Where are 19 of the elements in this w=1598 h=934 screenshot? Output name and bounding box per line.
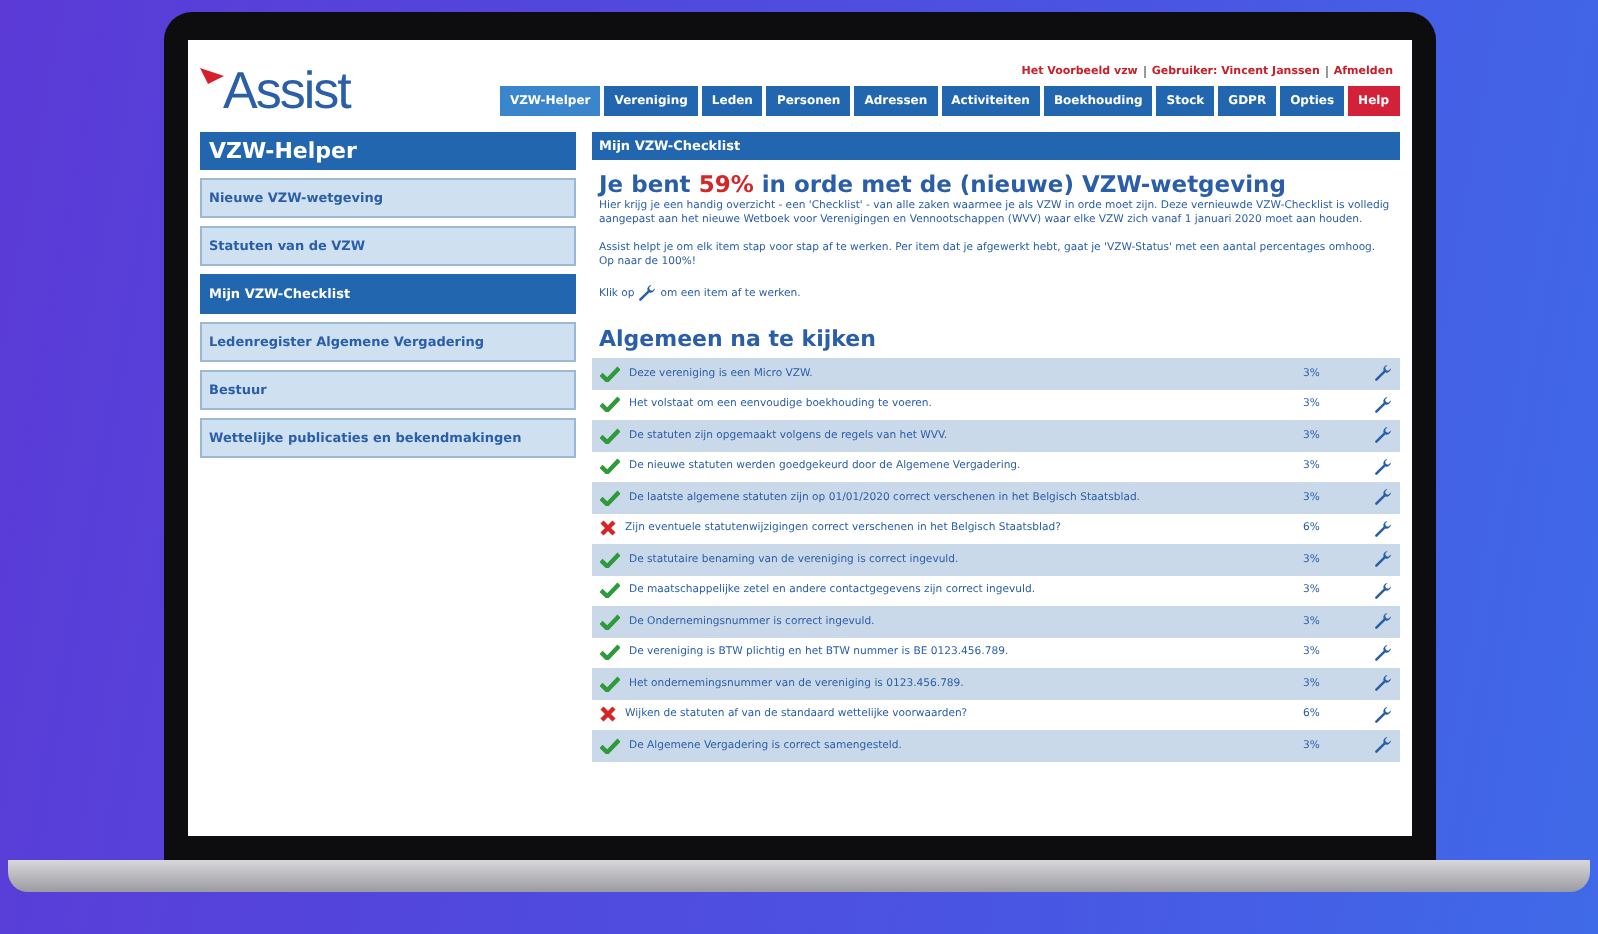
wrench-icon[interactable]	[1373, 581, 1391, 600]
section-title: Algemeen na te kijken	[599, 326, 878, 352]
swoosh-icon	[199, 68, 223, 84]
wrench-icon[interactable]	[1373, 457, 1391, 476]
wrench-icon[interactable]	[1373, 705, 1391, 724]
wrench-icon[interactable]	[1373, 395, 1391, 414]
wrench-icon[interactable]	[1373, 643, 1391, 662]
sidebar-title: VZW-Helper	[199, 132, 575, 170]
wrench-icon[interactable]	[1373, 674, 1391, 693]
wrench-icon[interactable]	[1373, 519, 1391, 538]
wrench-icon[interactable]	[1373, 612, 1391, 631]
wrench-icon[interactable]	[1373, 488, 1391, 507]
heading: Je bent 59% in orde met de (nieuwe) VZW-wetgeving	[599, 170, 1288, 198]
wrench-icon[interactable]	[1373, 364, 1391, 383]
wrench-icon	[638, 284, 657, 302]
logo: Assist	[223, 64, 350, 116]
wrench-icon[interactable]	[1373, 736, 1391, 755]
wrench-icon[interactable]	[1373, 550, 1391, 569]
wrench-icon[interactable]	[1373, 426, 1391, 445]
